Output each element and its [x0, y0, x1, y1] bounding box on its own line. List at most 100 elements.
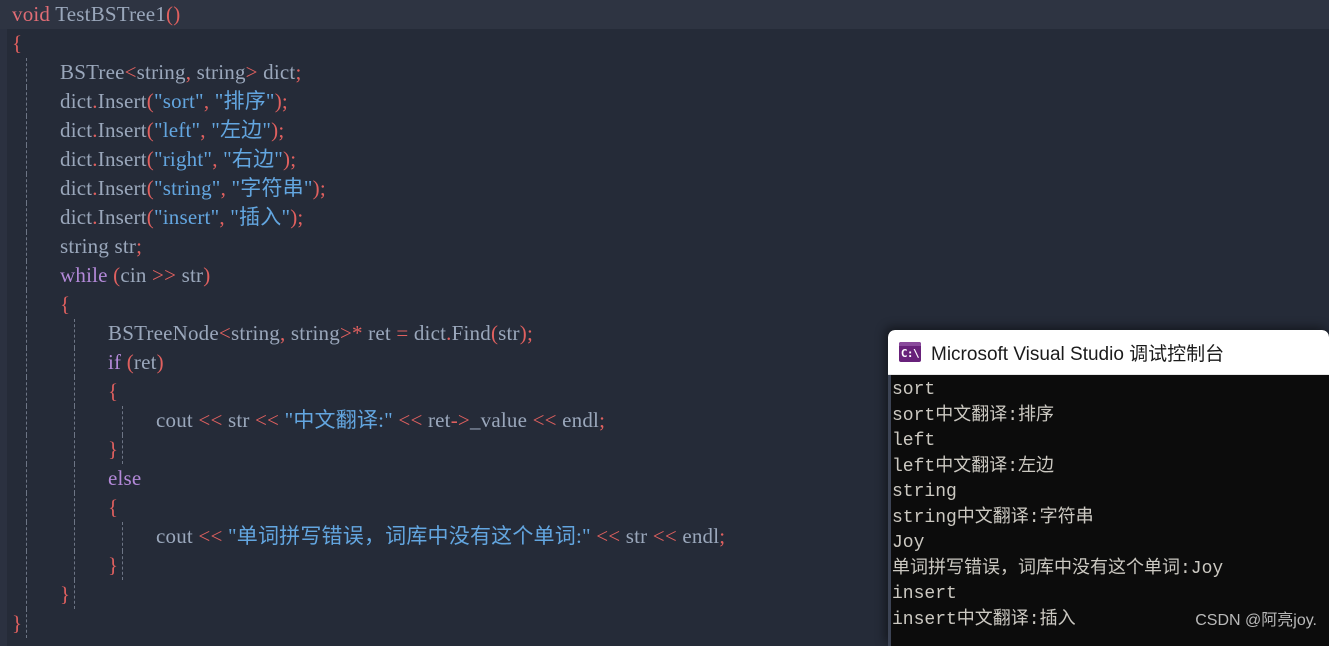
code-token: "字符串" — [231, 176, 313, 200]
code-token: < — [124, 60, 137, 84]
code-line[interactable]: dict.Insert("insert", "插入"); — [0, 203, 1329, 232]
console-output[interactable]: sort sort中文翻译:排序 left left中文翻译:左边 string stri… — [888, 375, 1329, 646]
code-line[interactable]: dict.Insert("string", "字符串"); — [0, 174, 1329, 203]
code-token: Find — [451, 321, 491, 345]
code-token: dict — [60, 118, 93, 142]
code-line[interactable]: while (cin >> str) — [0, 261, 1329, 290]
code-token: str — [222, 408, 256, 432]
code-token: { — [108, 379, 119, 403]
code-token: else — [108, 466, 142, 490]
indent-guide — [26, 58, 27, 87]
code-token: ); — [312, 176, 326, 200]
code-token: str — [620, 524, 653, 548]
code-token: << — [652, 524, 677, 548]
indent-guide — [74, 551, 75, 580]
console-line: 单词拼写错误，词库中没有这个单词:Joy — [892, 558, 1224, 579]
code-token: * — [352, 321, 363, 345]
console-line: sort — [892, 380, 936, 400]
code-token: ; — [136, 234, 143, 258]
code-token: << — [532, 408, 557, 432]
code-token: ; — [719, 524, 726, 548]
code-token: if — [108, 350, 122, 374]
code-token: , — [200, 118, 212, 142]
code-token: "left" — [153, 118, 201, 142]
code-token: dict — [60, 176, 93, 200]
code-token: > — [245, 60, 258, 84]
console-line: sort中文翻译:排序 — [892, 405, 1055, 426]
indent-guide — [74, 319, 75, 348]
code-line[interactable]: void TestBSTree1() — [0, 0, 1329, 29]
console-line: string — [892, 482, 957, 502]
indent-guide — [122, 435, 123, 464]
indent-guide — [74, 406, 75, 435]
code-token: BSTree — [60, 60, 125, 84]
console-window[interactable]: C:\ Microsoft Visual Studio 调试控制台 sort so… — [888, 330, 1329, 646]
code-token: = — [396, 321, 409, 345]
console-line: insert — [892, 584, 957, 604]
code-token: >> — [152, 263, 177, 287]
code-token: string — [196, 60, 246, 84]
indent-guide — [26, 348, 27, 377]
code-token: << — [255, 408, 280, 432]
code-line[interactable]: dict.Insert("right", "右边"); — [0, 145, 1329, 174]
code-token: ); — [519, 321, 533, 345]
indent-guide — [74, 493, 75, 522]
code-token: ; — [599, 408, 606, 432]
code-token: cout — [156, 408, 193, 432]
console-line: string中文翻译:字符串 — [892, 507, 1094, 528]
indent-guide — [74, 522, 75, 551]
code-token: ) — [156, 350, 164, 374]
code-token: string — [290, 321, 340, 345]
console-line: left — [892, 431, 936, 451]
console-titlebar[interactable]: C:\ Microsoft Visual Studio 调试控制台 — [888, 330, 1329, 375]
code-token: << — [198, 524, 223, 548]
code-token: ret — [422, 408, 451, 432]
indent-guide — [26, 203, 27, 232]
code-line[interactable]: dict.Insert("sort", "排序"); — [0, 87, 1329, 116]
code-token: ( — [146, 118, 154, 142]
code-token: , — [212, 147, 224, 171]
code-token: str — [498, 321, 520, 345]
code-token: BSTreeNode — [108, 321, 219, 345]
code-token: ; — [295, 60, 302, 84]
code-token: string — [230, 321, 280, 345]
code-token: ( — [146, 147, 154, 171]
code-token: { — [12, 31, 23, 55]
indent-guide — [26, 580, 27, 609]
code-token: "左边" — [211, 118, 272, 142]
code-token: < — [218, 321, 231, 345]
code-token: { — [60, 292, 71, 316]
code-token: , — [220, 176, 232, 200]
code-token: "中文翻译:" — [284, 408, 393, 432]
indent-guide — [26, 406, 27, 435]
code-token: Insert — [97, 118, 147, 142]
code-token: > — [339, 321, 352, 345]
code-token: "sort" — [153, 89, 204, 113]
code-token: "单词拼写错误，词库中没有这个单词:" — [227, 524, 591, 548]
code-token: } — [12, 611, 23, 635]
indent-guide — [26, 493, 27, 522]
code-line[interactable]: { — [0, 29, 1329, 58]
code-token: string — [136, 60, 186, 84]
console-left-edge — [888, 375, 891, 646]
code-token: "插入" — [230, 205, 291, 229]
code-token: ( — [146, 205, 154, 229]
code-token: , — [280, 321, 291, 345]
code-token: << — [398, 408, 423, 432]
code-token: , — [185, 60, 197, 84]
code-token: { — [108, 495, 119, 519]
console-title: Microsoft Visual Studio 调试控制台 — [931, 343, 1225, 365]
code-line[interactable]: dict.Insert("left", "左边"); — [0, 116, 1329, 145]
code-token: -> — [450, 408, 470, 432]
code-token: "排序" — [214, 89, 275, 113]
watermark-text: CSDN @阿亮joy. — [1195, 612, 1317, 629]
code-line[interactable]: BSTree<string, string> dict; — [0, 58, 1329, 87]
code-line[interactable]: { — [0, 290, 1329, 319]
code-token: Insert — [97, 89, 147, 113]
code-token: } — [60, 582, 71, 606]
code-token: ( — [126, 350, 134, 374]
code-token: cout — [156, 524, 193, 548]
code-line[interactable]: string str; — [0, 232, 1329, 261]
indent-guide — [26, 87, 27, 116]
code-token: "string" — [153, 176, 221, 200]
